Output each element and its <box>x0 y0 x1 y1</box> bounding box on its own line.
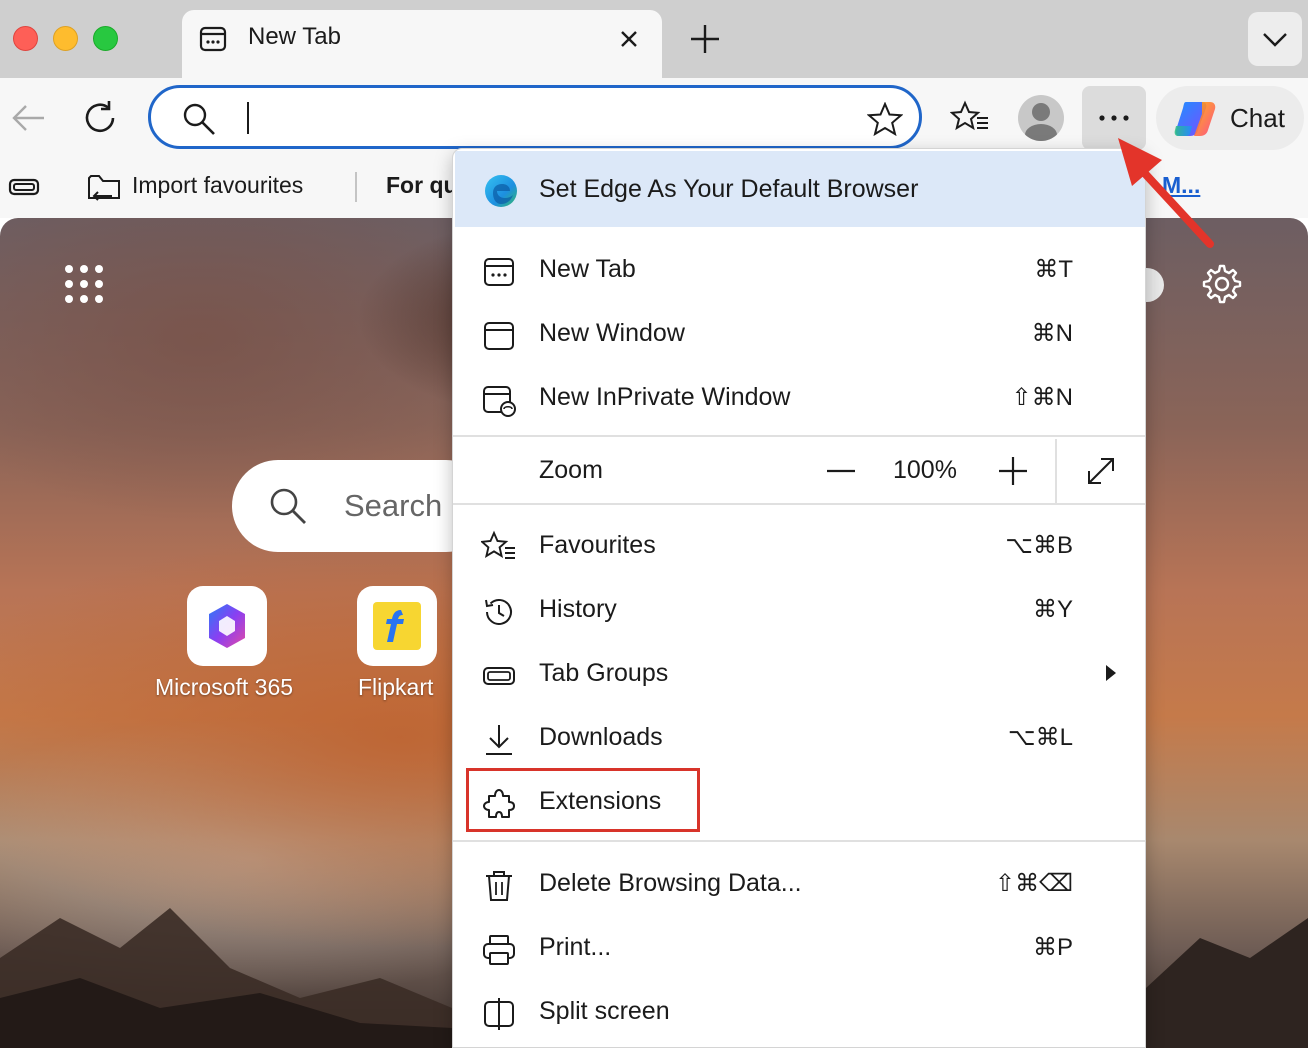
menu-item-label: Downloads <box>539 723 663 751</box>
menu-item-label: Tab Groups <box>539 659 669 687</box>
new-tab-plus-icon[interactable] <box>686 20 724 58</box>
menu-item-shortcut: ⌘T <box>1034 256 1073 283</box>
menu-item-shortcut: ⌘Y <box>1032 596 1073 623</box>
import-favourites-link[interactable]: Import favourites <box>132 172 303 199</box>
menu-item-shortcut: ⌘P <box>1032 934 1073 961</box>
chevron-down-icon <box>1263 33 1287 47</box>
address-input[interactable] <box>255 96 855 140</box>
quick-link-label: Microsoft 365 <box>155 674 294 700</box>
import-favourites-icon[interactable] <box>86 170 122 204</box>
tab-groups-icon[interactable] <box>8 174 42 200</box>
menu-item-favourites[interactable]: Favourites ⌥⌘B <box>453 514 1145 578</box>
favourites-folder-link[interactable]: For qu <box>386 172 452 199</box>
tab-new-tab[interactable]: New Tab <box>182 10 662 78</box>
zoom-label: Zoom <box>539 456 603 484</box>
submenu-arrow-icon <box>1106 665 1116 681</box>
banner-label: Set Edge As Your Default Browser <box>539 175 919 203</box>
menu-item-shortcut: ⌥⌘B <box>1005 532 1073 559</box>
callout-arrow-icon <box>1118 138 1214 248</box>
menu-item-shortcut: ⇧⌘N <box>1011 384 1073 411</box>
menu-divider <box>453 503 1145 505</box>
menu-item-label: Print... <box>539 933 612 961</box>
back-arrow-icon[interactable] <box>10 100 48 136</box>
search-icon <box>270 488 306 524</box>
page-settings-gear-icon[interactable] <box>1198 262 1242 306</box>
menu-item-shortcut: ⇧⌘⌫ <box>994 870 1073 897</box>
inprivate-icon <box>483 386 516 417</box>
edge-logo-icon <box>485 175 517 207</box>
menu-item-delete-browsing-data[interactable]: Delete Browsing Data... ⇧⌘⌫ <box>453 852 1145 916</box>
tab-list-button[interactable] <box>1248 12 1302 66</box>
set-default-browser-banner[interactable]: Set Edge As Your Default Browser <box>455 151 1145 227</box>
menu-item-label: Split screen <box>539 997 670 1025</box>
zoom-out-minus-icon[interactable] <box>823 453 859 489</box>
menu-item-shortcut: ⌘N <box>1031 320 1073 347</box>
add-favourite-star-icon[interactable] <box>867 102 903 136</box>
favourites-icon <box>481 530 515 559</box>
favourites-hub-icon[interactable] <box>950 100 990 136</box>
split-screen-icon <box>484 998 514 1030</box>
menu-item-tab-groups[interactable]: Tab Groups <box>453 642 1145 706</box>
web-search-placeholder: Search <box>344 488 443 523</box>
menu-item-new-inprivate-window[interactable]: New InPrivate Window ⇧⌘N <box>453 366 1145 430</box>
profile-avatar[interactable] <box>1018 95 1064 141</box>
menu-item-print[interactable]: Print... ⌘P <box>453 916 1145 980</box>
new-tab-page-icon <box>199 26 227 52</box>
print-icon <box>483 935 515 965</box>
zoom-row: Zoom 100% <box>453 439 1145 505</box>
menu-item-label: New Tab <box>539 255 636 283</box>
menu-item-history[interactable]: History ⌘Y <box>453 578 1145 642</box>
apps-launcher-icon[interactable] <box>64 264 104 304</box>
menu-item-new-tab[interactable]: New Tab ⌘T <box>453 238 1145 302</box>
close-window-button[interactable] <box>13 26 38 51</box>
tab-strip: New Tab <box>0 0 1308 78</box>
text-caret <box>247 102 249 134</box>
menu-item-label: New InPrivate Window <box>539 383 791 411</box>
menu-item-label: Favourites <box>539 531 656 559</box>
minimize-window-button[interactable] <box>53 26 78 51</box>
close-tab-icon[interactable] <box>616 26 642 52</box>
tab-title: New Tab <box>248 23 341 50</box>
zoom-value: 100% <box>893 456 957 484</box>
menu-divider <box>453 435 1145 437</box>
quick-link-microsoft-365[interactable] <box>187 586 267 666</box>
quick-link-flipkart[interactable] <box>357 586 437 666</box>
refresh-icon[interactable] <box>80 98 120 138</box>
menu-item-label: New Window <box>539 319 685 347</box>
person-icon <box>1025 103 1057 141</box>
settings-and-more-menu: Set Edge As Your Default Browser New Tab… <box>452 148 1146 1048</box>
chat-label: Chat <box>1230 103 1285 133</box>
search-icon <box>183 103 215 135</box>
microsoft-365-icon <box>209 604 245 648</box>
menu-item-downloads[interactable]: Downloads ⌥⌘L <box>453 706 1145 770</box>
menu-divider <box>453 840 1145 842</box>
menu-item-label: History <box>539 595 617 623</box>
menu-item-label: Delete Browsing Data... <box>539 869 802 897</box>
address-bar[interactable] <box>148 85 922 149</box>
zoom-divider <box>1055 439 1057 505</box>
flipkart-icon <box>373 602 421 650</box>
menu-item-new-window[interactable]: New Window ⌘N <box>453 302 1145 366</box>
zoom-window-button[interactable] <box>93 26 118 51</box>
menu-item-shortcut: ⌥⌘L <box>1007 724 1073 751</box>
new-tab-icon <box>484 258 514 286</box>
extensions-highlight-box <box>466 768 700 832</box>
trash-icon <box>486 871 512 901</box>
quick-link-label: Flipkart <box>358 674 434 700</box>
more-horizontal-icon <box>1099 115 1129 121</box>
tab-groups-icon <box>483 667 515 685</box>
favourites-divider <box>355 172 357 202</box>
new-window-icon <box>484 322 514 350</box>
menu-item-split-screen[interactable]: Split screen <box>453 980 1145 1044</box>
zoom-in-plus-icon[interactable] <box>995 453 1031 489</box>
fullscreen-expand-icon[interactable] <box>1083 453 1119 489</box>
downloads-icon <box>486 725 512 755</box>
history-icon <box>485 599 512 625</box>
